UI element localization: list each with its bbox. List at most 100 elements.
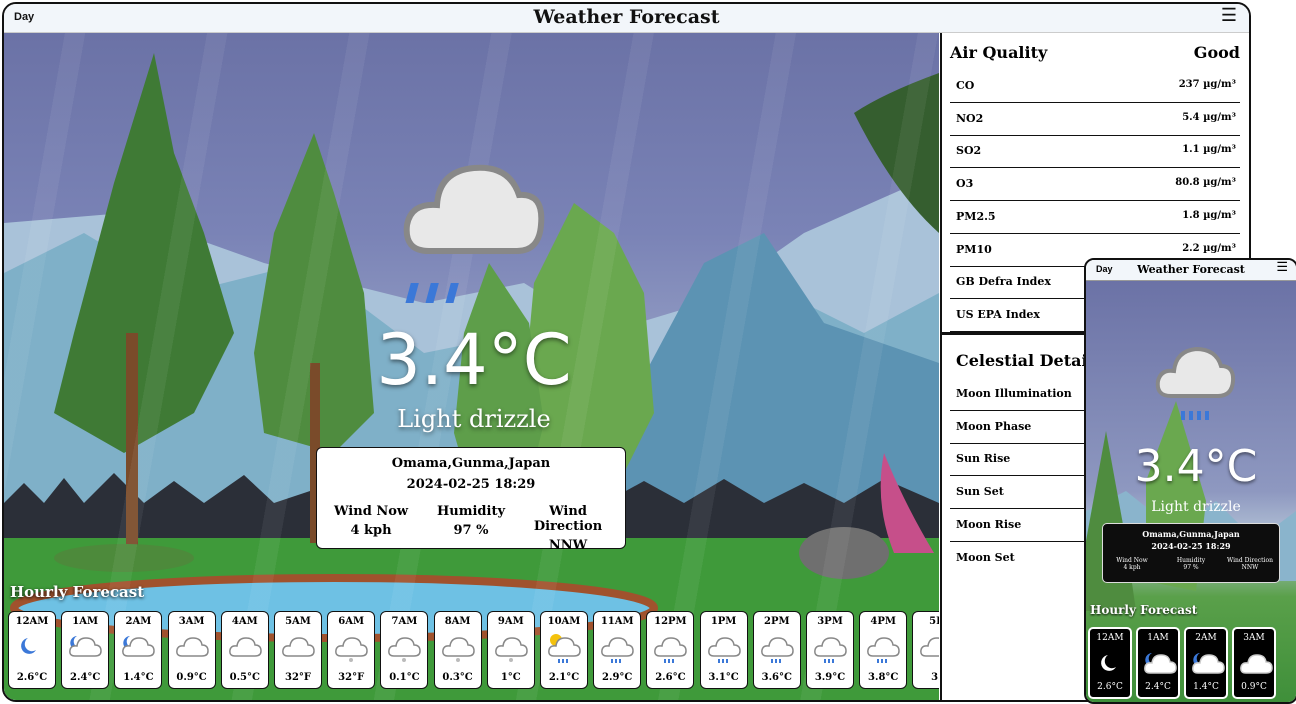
- cloud-rain-icon: [652, 632, 688, 663]
- hour-temperature: 0.5°C: [229, 672, 260, 683]
- air-quality-row: O3 80.8 µg/m³: [950, 168, 1240, 202]
- mobile-hourly-card[interactable]: 1AM 2.4°C: [1136, 627, 1180, 699]
- hour-label: 12AM: [1096, 633, 1124, 643]
- mobile-hamburger-icon[interactable]: ☰: [1276, 260, 1288, 275]
- mobile-location-label: Omama,Gunma,Japan: [1142, 529, 1240, 539]
- cloud-rain-icon: [599, 632, 635, 663]
- air-quality-row: CO 237 µg/m³: [950, 70, 1240, 103]
- mobile-details-card: Omama,Gunma,Japan 2024-02-25 18:29 Wind …: [1102, 523, 1280, 583]
- hour-label: 3PM: [817, 616, 843, 627]
- hour-label: 2AM: [1195, 633, 1217, 643]
- hour-label: 3AM: [1243, 633, 1265, 643]
- air-quality-title: Air Quality: [950, 43, 1048, 62]
- mobile-datetime-label: 2024-02-25 18:29: [1151, 541, 1231, 551]
- hourly-card[interactable]: 12PM 2.6°C: [646, 611, 695, 689]
- metric-label: NO2: [956, 111, 984, 125]
- mobile-humidity-stat: Humidity 97 %: [1162, 557, 1220, 571]
- mobile-preview: Day Weather Forecast ☰ 3.4°C Light drizz…: [1084, 258, 1296, 704]
- hour-label: 2PM: [764, 616, 790, 627]
- stat-value: NNW: [1241, 564, 1259, 571]
- humidity-stat: Humidity 97 %: [421, 504, 521, 542]
- mobile-hourly-card[interactable]: 2AM 1.4°C: [1184, 627, 1228, 699]
- hourly-card[interactable]: 1AM 2.4°C: [61, 611, 110, 689]
- stat-label: Wind Direction: [1227, 557, 1273, 564]
- mobile-hourly-card[interactable]: 12AM 2.6°C: [1088, 627, 1132, 699]
- hour-label: 4PM: [870, 616, 896, 627]
- metric-value: 80.8 µg/m³: [1175, 177, 1236, 189]
- hourly-card[interactable]: 8AM 0.3°C: [433, 611, 482, 689]
- air-quality-row: SO2 1.1 µg/m³: [950, 135, 1240, 169]
- hour-temperature: 1.4°C: [1193, 682, 1219, 692]
- hourly-card[interactable]: 2AM 1.4°C: [114, 611, 163, 689]
- celestial-label: Sun Rise: [956, 452, 1011, 466]
- location-label: Omama,Gunma,Japan: [391, 456, 551, 471]
- hourly-card[interactable]: 4PM 3.8°C: [859, 611, 908, 689]
- stat-value: NNW: [548, 538, 588, 553]
- mobile-hourly-forecast-title: Hourly Forecast: [1090, 603, 1198, 617]
- mobile-hourly-card[interactable]: 3AM 0.9°C: [1232, 627, 1276, 699]
- cloud-dot-icon: [333, 632, 369, 662]
- cloud-rain-icon: [706, 632, 742, 663]
- cloud-rain-icon: [812, 632, 848, 663]
- current-condition: Light drizzle: [397, 405, 551, 433]
- hour-temperature: 2.6°C: [1097, 682, 1123, 692]
- hour-temperature: 1°C: [500, 672, 521, 683]
- metric-value: 237 µg/m³: [1178, 79, 1236, 90]
- hamburger-icon[interactable]: ☰: [1221, 5, 1237, 26]
- hourly-card[interactable]: 7AM 0.1°C: [380, 611, 429, 689]
- hourly-card[interactable]: 2PM 3.6°C: [752, 611, 801, 689]
- moon-cloud-icon: [1142, 649, 1177, 674]
- cloud-icon: [280, 632, 316, 662]
- hourly-card[interactable]: 4AM 0.5°C: [220, 611, 269, 689]
- hour-temperature: 3.: [931, 672, 939, 683]
- metric-label: O3: [956, 177, 974, 191]
- hourly-card[interactable]: 12AM 2.6°C: [8, 611, 56, 689]
- hourly-card[interactable]: 3AM 0.9°C: [167, 611, 216, 689]
- celestial-label: Moon Set: [956, 550, 1015, 564]
- cloud-icon: [174, 632, 210, 662]
- desktop-window: Day Weather Forecast ☰ 3.4°C Light drizz…: [2, 2, 1251, 702]
- hour-temperature: 0.9°C: [176, 672, 207, 683]
- top-bar: Day Weather Forecast ☰: [4, 4, 1249, 33]
- mobile-weather-scene: 3.4°C Light drizzle Omama,Gunma,Japan 20…: [1086, 281, 1296, 702]
- metric-label: GB Defra Index: [956, 275, 1051, 289]
- hourly-card[interactable]: 10AM 2.1°C: [540, 611, 588, 689]
- hourly-forecast-strip[interactable]: 12AM 2.6°C 1AM 2.4°C 2AM 1.4°C 3AM 0.9°C 4AM 0.5°…: [8, 611, 939, 691]
- hourly-card[interactable]: 6AM 32°F: [327, 611, 376, 689]
- hour-temperature: 1.4°C: [123, 672, 154, 683]
- wind-now-stat: Wind Now 4 kph: [321, 504, 421, 542]
- weather-scene: 3.4°C Light drizzle Omama,Gunma,Japan 20…: [4, 33, 939, 700]
- metric-label: PM2.5: [956, 209, 996, 223]
- mobile-wind-direction-stat: Wind Direction NNW: [1221, 557, 1279, 571]
- metric-label: SO2: [956, 144, 982, 158]
- stat-label: Humidity: [1176, 557, 1206, 564]
- hour-label: 12AM: [15, 616, 49, 627]
- stat-value: 97 %: [453, 523, 489, 538]
- mobile-page-title: Weather Forecast: [1137, 263, 1245, 276]
- cloud-icon: [918, 632, 939, 662]
- hour-temperature: 0.1°C: [389, 672, 420, 683]
- current-temperature: 3.4°C: [376, 319, 572, 401]
- hourly-card[interactable]: 11AM 2.9°C: [593, 611, 642, 689]
- hour-temperature: 0.3°C: [442, 672, 473, 683]
- hourly-card[interactable]: 5P 3.: [912, 611, 939, 689]
- hourly-card[interactable]: 1PM 3.1°C: [699, 611, 748, 689]
- hourly-card[interactable]: 3PM 3.9°C: [806, 611, 854, 689]
- hourly-card[interactable]: 5AM 32°F: [274, 611, 322, 689]
- hourly-card[interactable]: 9AM 1°C: [486, 611, 535, 689]
- hour-label: 3AM: [178, 616, 205, 627]
- mobile-current-temperature: 3.4°C: [1134, 441, 1258, 492]
- celestial-label: Sun Set: [956, 485, 1004, 499]
- moon-icon: [1094, 649, 1126, 673]
- hour-label: 11AM: [600, 616, 634, 627]
- hour-label: 12PM: [654, 616, 687, 627]
- hour-label: 5P: [929, 616, 939, 627]
- cloud-icon: [1238, 649, 1273, 674]
- hour-temperature: 2.4°C: [70, 672, 101, 683]
- metric-label: PM10: [956, 242, 992, 256]
- hour-label: 1PM: [710, 616, 737, 627]
- cloud-drizzle-icon: [403, 164, 545, 303]
- hour-label: 1AM: [72, 616, 99, 627]
- stat-value: 4 kph: [1123, 564, 1141, 571]
- hour-temperature: 3.8°C: [868, 672, 899, 683]
